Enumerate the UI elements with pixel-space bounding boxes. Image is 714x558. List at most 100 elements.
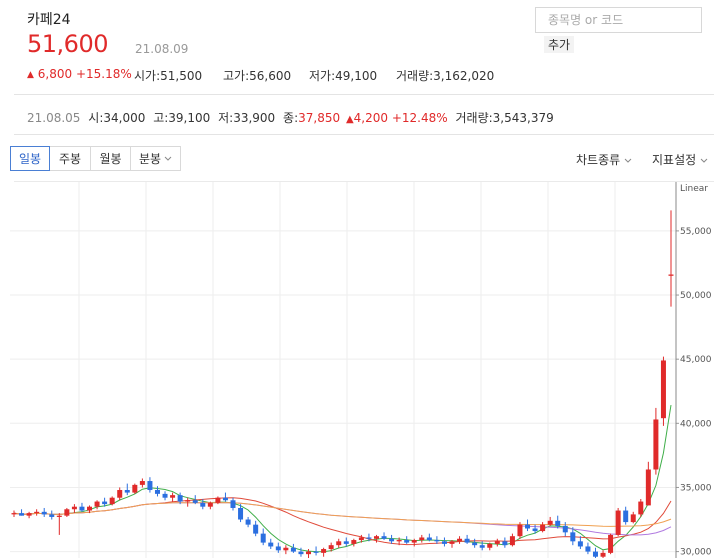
candle-body — [162, 493, 168, 498]
candle-body — [147, 481, 153, 491]
candle-body — [577, 541, 583, 547]
prev-day-stats: 21.08.05 시:34,000 고:39,100 저:33,900 종:37… — [27, 111, 554, 125]
indicator-settings-dropdown[interactable]: 지표설정 — [652, 151, 708, 168]
candle-body — [41, 511, 47, 515]
candle-body — [26, 513, 32, 516]
chevron-down-icon — [164, 156, 172, 161]
prev-low-value: 33,900 — [233, 111, 276, 125]
candle-body — [479, 545, 485, 548]
candle-body — [283, 547, 289, 551]
candle-body — [630, 514, 636, 523]
divider — [14, 94, 714, 95]
stock-name: 카페24 — [27, 12, 71, 28]
candle-body — [592, 551, 598, 557]
indicator-settings-label: 지표설정 — [652, 153, 697, 167]
candle-body — [487, 543, 493, 548]
candle-body — [328, 545, 334, 550]
price-change-percent: +15.18% — [75, 67, 132, 81]
y-tick-label: 30,000 — [680, 548, 712, 558]
candle-body — [623, 510, 629, 523]
candle-body — [132, 484, 138, 493]
open-label: 시가 — [134, 69, 157, 83]
candle-body — [290, 547, 296, 552]
candle-body — [441, 541, 447, 544]
candle-body — [19, 513, 25, 516]
candle-body — [396, 540, 402, 542]
prev-change: 4,200 — [353, 111, 389, 125]
prev-volume-value: 3,543,379 — [492, 111, 554, 125]
search-box[interactable] — [535, 7, 702, 33]
tab-minute-label: 분봉 — [138, 152, 162, 166]
candle-body — [87, 506, 93, 511]
candle-body — [154, 490, 160, 494]
candle-body — [64, 509, 70, 516]
prev-date: 21.08.05 — [27, 111, 81, 125]
candle-body — [185, 500, 191, 502]
candle-body — [562, 525, 568, 533]
search-input[interactable] — [536, 8, 701, 32]
candle-body — [381, 536, 387, 539]
price-change: 6,800 — [37, 67, 73, 81]
candle-body — [298, 551, 304, 555]
prev-open-value: 34,000 — [103, 111, 146, 125]
candle-body — [71, 506, 77, 510]
today-stats: ▲ 6,800 +15.18% — [27, 67, 132, 81]
candle-body — [336, 541, 342, 546]
candle-body — [608, 534, 614, 553]
prev-low-label: 저 — [218, 111, 230, 125]
candle-body — [56, 515, 62, 517]
candle-body — [230, 500, 236, 508]
candle-body — [660, 360, 666, 419]
candle-body — [419, 537, 425, 541]
candle-body — [426, 537, 432, 541]
candle-body — [457, 538, 463, 542]
candle-body — [502, 541, 508, 546]
candle-body — [638, 501, 644, 515]
candle-body — [472, 542, 478, 546]
y-tick-label: 45,000 — [680, 355, 712, 365]
candle-body — [200, 502, 206, 507]
candle-body — [668, 274, 674, 276]
candle-body — [525, 524, 531, 529]
tab-monthly[interactable]: 월봉 — [91, 146, 131, 171]
candle-body — [109, 497, 115, 505]
tab-daily[interactable]: 일봉 — [10, 146, 50, 171]
tab-minute[interactable]: 분봉 — [131, 146, 181, 171]
candle-body — [177, 495, 183, 502]
candle-body — [555, 520, 561, 526]
candle-body — [532, 528, 538, 532]
candle-body — [449, 541, 455, 544]
prev-high-label: 고 — [153, 111, 165, 125]
volume-value: 3,162,020 — [433, 69, 495, 83]
candlestick-chart[interactable]: 30,000 35,000 40,000 45,000 50,000 55,000 Line… — [0, 182, 714, 558]
tab-weekly[interactable]: 주봉 — [50, 146, 91, 171]
y-tick-label: 50,000 — [680, 291, 712, 301]
ma120-line — [13, 502, 672, 527]
chart-type-dropdown[interactable]: 차트종류 — [576, 151, 632, 168]
chevron-down-icon — [624, 158, 632, 163]
candle-body — [547, 520, 553, 525]
divider — [14, 134, 714, 135]
low-stat: 저가:49,100 — [309, 69, 378, 83]
candle-body — [509, 536, 515, 546]
candle-body — [517, 524, 523, 537]
high-stat: 고가:56,600 — [223, 69, 292, 83]
candle-body — [245, 519, 251, 525]
candle-body — [404, 540, 410, 543]
candle-body — [170, 495, 176, 498]
candle-body — [366, 537, 372, 539]
candle-body — [124, 490, 130, 493]
y-tick-label: 40,000 — [680, 419, 712, 429]
candle-body — [494, 541, 500, 544]
candle-body — [117, 490, 123, 498]
candle-body — [222, 497, 228, 501]
candle-body — [215, 497, 221, 503]
high-value: 56,600 — [249, 69, 292, 83]
candle-body — [343, 541, 349, 544]
add-button[interactable]: 추가 — [544, 36, 575, 53]
candle-body — [585, 546, 591, 552]
candle-body — [464, 538, 470, 543]
volume-label: 거래량 — [396, 69, 430, 83]
low-value: 49,100 — [335, 69, 378, 83]
candle-body — [653, 419, 659, 470]
